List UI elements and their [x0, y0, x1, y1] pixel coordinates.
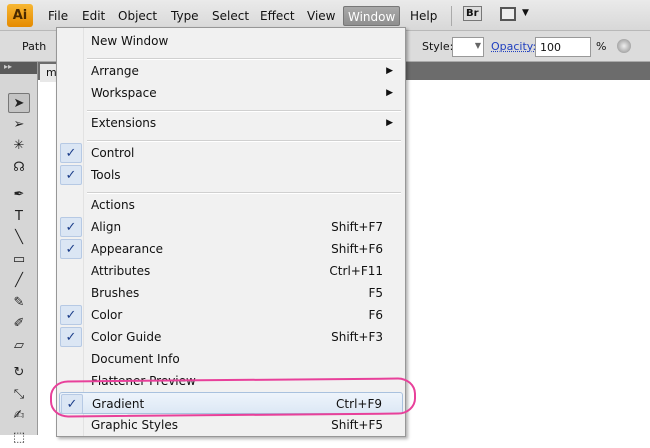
arrange-documents-icon[interactable]	[500, 7, 516, 21]
menu-item-shortcut: F5	[368, 286, 383, 300]
menu-item-label: Extensions	[91, 116, 157, 130]
path-label: Path	[22, 40, 47, 53]
magic-wand-tool-icon[interactable]: ✳	[8, 136, 30, 156]
menu-item-align[interactable]: ✓ Align Shift+F7	[59, 216, 403, 238]
menu-window[interactable]: Window	[343, 6, 401, 26]
menu-item-arrange[interactable]: Arrange ▶	[59, 60, 403, 82]
direct-selection-tool-icon[interactable]: ➢	[8, 115, 30, 135]
rectangle-tool-icon[interactable]: ▭	[8, 250, 30, 270]
menu-select[interactable]: Select	[208, 6, 253, 26]
menu-item-label: Actions	[91, 198, 135, 212]
style-dropdown[interactable]: ▼	[452, 37, 484, 57]
app-logo: Ai	[7, 4, 33, 27]
menu-effect[interactable]: Effect	[256, 6, 299, 26]
menu-item-workspace[interactable]: Workspace ▶	[59, 82, 403, 104]
menu-item-tools[interactable]: ✓ Tools	[59, 164, 403, 186]
menu-item-label: Color	[91, 308, 123, 322]
menu-item-actions[interactable]: Actions	[59, 194, 403, 216]
menu-item-label: Graphic Styles	[91, 418, 178, 432]
free-transform-tool-icon[interactable]: ⬚	[8, 428, 30, 448]
checkmark-icon: ✓	[60, 143, 82, 163]
submenu-arrow-icon: ▶	[386, 66, 393, 76]
menu-item-label: Appearance	[91, 242, 164, 256]
checkmark-icon: ✓	[60, 327, 82, 347]
percent-label: %	[596, 40, 607, 53]
checkmark-icon: ✓	[60, 239, 82, 259]
menu-item-appearance[interactable]: ✓ Appearance Shift+F6	[59, 238, 403, 260]
menu-help[interactable]: Help	[406, 6, 441, 26]
menu-item-shortcut: Shift+F6	[331, 242, 383, 256]
menu-item-label: Arrange	[91, 64, 139, 78]
line-tool-icon[interactable]: ╲	[8, 228, 30, 248]
lasso-tool-icon[interactable]: ☊	[8, 158, 30, 178]
rotate-tool-icon[interactable]: ↻	[8, 363, 30, 383]
eraser-tool-icon[interactable]: ▱	[8, 336, 30, 356]
menu-item-label: Align	[91, 220, 122, 234]
pen-tool-icon[interactable]: ✒	[8, 185, 30, 205]
menu-item-color[interactable]: ✓ Color F6	[59, 304, 403, 326]
submenu-arrow-icon: ▶	[386, 118, 393, 128]
menu-item-label: Color Guide	[91, 330, 162, 344]
recolor-icon[interactable]	[617, 39, 631, 53]
bridge-button[interactable]: Br	[463, 6, 482, 21]
menu-item-label: Attributes	[91, 264, 151, 278]
selection-tool-icon[interactable]: ➤	[8, 93, 30, 113]
menu-item-label: Control	[91, 146, 135, 160]
checkmark-icon: ✓	[60, 165, 82, 185]
highlight-annotation	[49, 377, 417, 418]
checkmark-icon: ✓	[60, 217, 82, 237]
menu-edit[interactable]: Edit	[78, 6, 109, 26]
menu-item-shortcut: F6	[368, 308, 383, 322]
opacity-input[interactable]: 100	[535, 37, 591, 57]
checkmark-icon: ✓	[60, 305, 82, 325]
scale-tool-icon[interactable]: ⤡	[8, 385, 30, 405]
chevron-down-icon[interactable]: ▼	[522, 8, 529, 18]
menu-item-brushes[interactable]: Brushes F5	[59, 282, 403, 304]
type-tool-icon[interactable]: T	[8, 207, 30, 227]
menu-item-new-window[interactable]: New Window	[59, 30, 403, 52]
menu-item-label: Workspace	[91, 86, 157, 100]
collapse-icon[interactable]: ▸▸	[0, 62, 37, 74]
menu-file[interactable]: File	[44, 6, 72, 26]
menu-object[interactable]: Object	[114, 6, 161, 26]
submenu-arrow-icon: ▶	[386, 88, 393, 98]
menu-item-label: Tools	[91, 168, 121, 182]
menu-item-control[interactable]: ✓ Control	[59, 142, 403, 164]
menu-item-attributes[interactable]: Attributes Ctrl+F11	[59, 260, 403, 282]
menu-item-shortcut: Ctrl+F11	[329, 264, 383, 278]
menu-item-document-info[interactable]: Document Info	[59, 348, 403, 370]
warp-tool-icon[interactable]: ✍	[8, 406, 30, 426]
menu-type[interactable]: Type	[167, 6, 203, 26]
menu-item-label: Brushes	[91, 286, 140, 300]
blob-brush-tool-icon[interactable]: ✐	[8, 314, 30, 334]
menu-item-shortcut: Shift+F3	[331, 330, 383, 344]
menu-item-shortcut: Shift+F5	[331, 418, 383, 432]
menu-item-shortcut: Shift+F7	[331, 220, 383, 234]
paintbrush-tool-icon[interactable]: ╱	[8, 271, 30, 291]
opacity-label[interactable]: Opacity:	[491, 40, 536, 53]
menu-item-label: New Window	[91, 34, 169, 48]
style-label: Style:	[422, 40, 454, 53]
window-menu: New Window Arrange ▶ Workspace ▶ Extensions ▶ ✓…	[56, 27, 406, 437]
menu-item-extensions[interactable]: Extensions ▶	[59, 112, 403, 134]
tools-panel: ▸▸ ➤ ➢ ✳ ☊ ✒ T ╲ ▭ ╱ ✎ ✐ ▱ ↻ ⤡ ✍ ⬚	[0, 62, 38, 445]
menu-item-graphic-styles[interactable]: Graphic Styles Shift+F5	[59, 414, 403, 436]
menu-view[interactable]: View	[303, 6, 339, 26]
menu-item-label: Document Info	[91, 352, 180, 366]
pencil-tool-icon[interactable]: ✎	[8, 293, 30, 313]
divider	[451, 6, 452, 26]
menu-item-color-guide[interactable]: ✓ Color Guide Shift+F3	[59, 326, 403, 348]
